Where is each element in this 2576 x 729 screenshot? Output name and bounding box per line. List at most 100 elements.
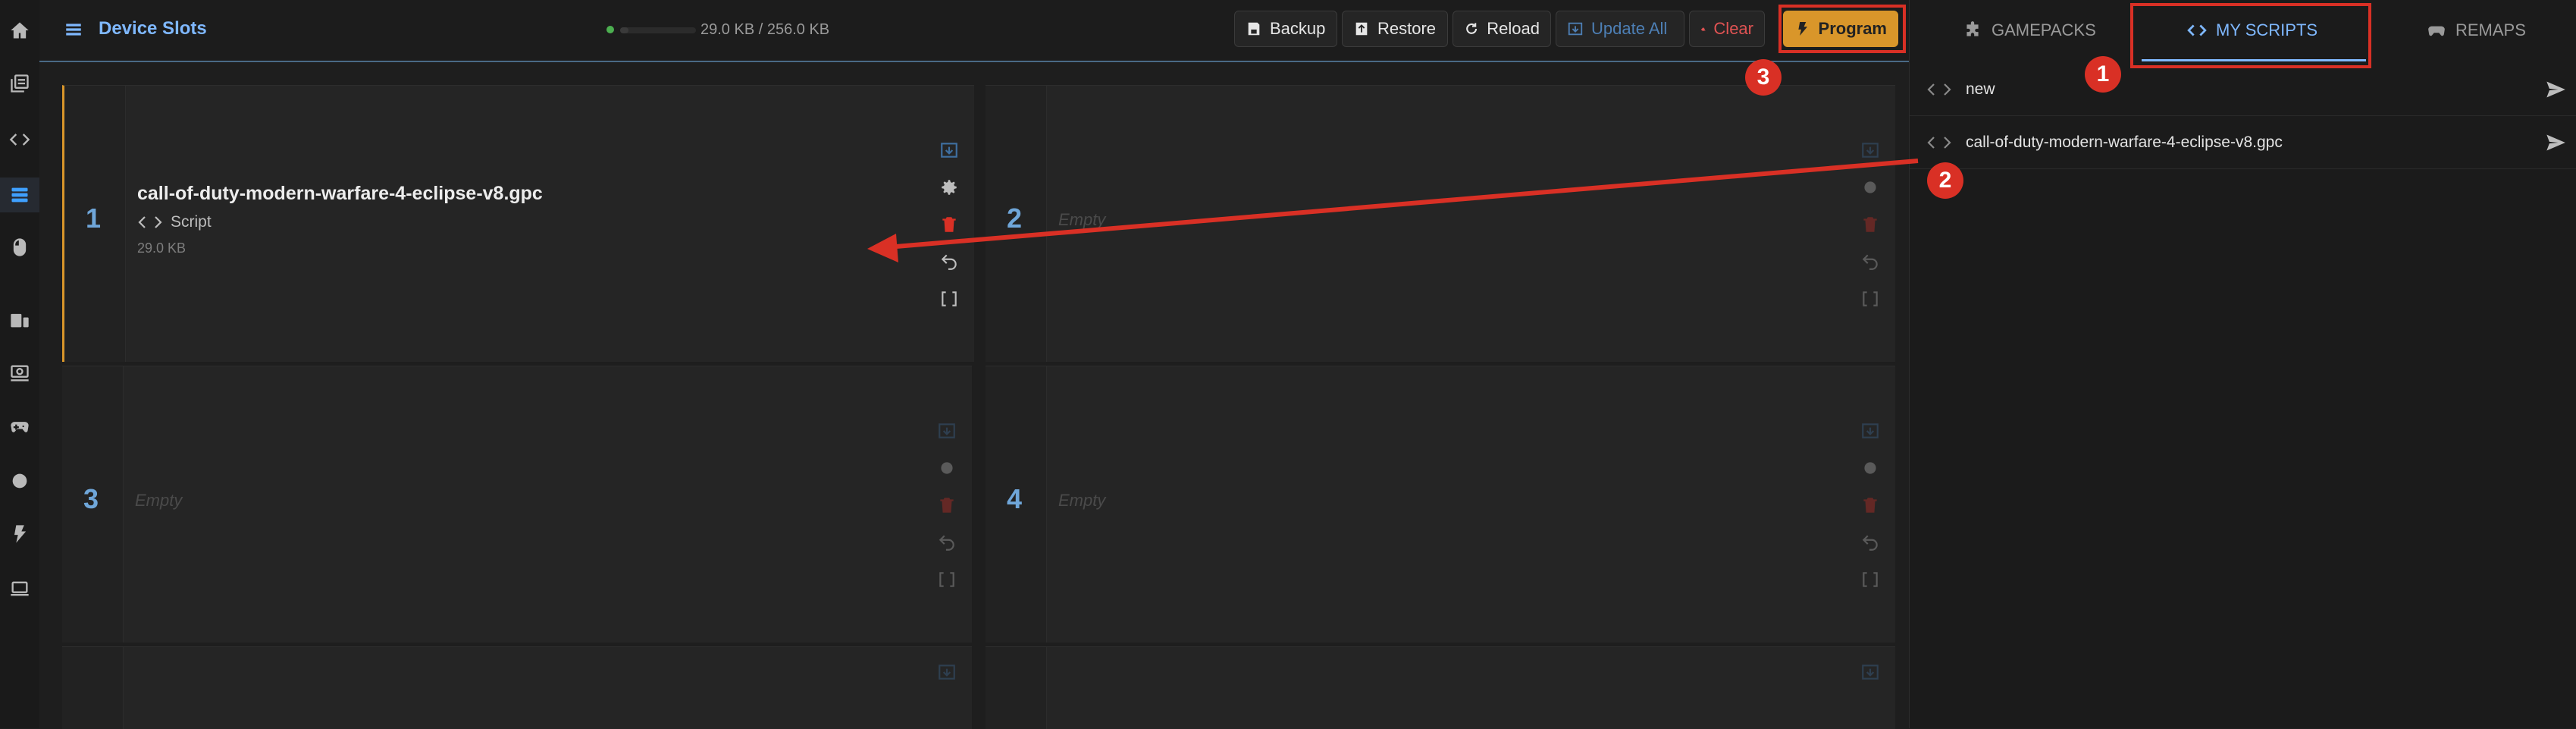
undo-icon[interactable] bbox=[937, 533, 957, 552]
page-title: Device Slots bbox=[99, 18, 207, 39]
code-icon bbox=[138, 216, 162, 228]
gamepad-icon bbox=[2428, 26, 2445, 36]
clear-button[interactable]: Clear bbox=[1689, 11, 1765, 47]
script-name: call-of-duty-modern-warfare-4-eclipse-v8… bbox=[1966, 134, 2283, 151]
backup-icon bbox=[1248, 22, 1260, 36]
right-panel: GAMEPACKS MY SCRIPTS REMAPS new call-of-… bbox=[1909, 0, 2576, 728]
slot-number: 2 bbox=[1007, 203, 1023, 234]
brackets-icon[interactable] bbox=[1860, 570, 1880, 589]
slot-type: Script bbox=[137, 213, 212, 231]
bolt-icon[interactable] bbox=[9, 523, 30, 545]
slot-number-column: 1 bbox=[64, 86, 126, 362]
list-icon bbox=[64, 20, 83, 39]
slot-actions bbox=[939, 140, 961, 326]
gear-icon[interactable] bbox=[1860, 458, 1880, 478]
gear-icon[interactable] bbox=[939, 178, 959, 197]
trash-icon[interactable] bbox=[937, 495, 957, 515]
download-icon[interactable] bbox=[937, 421, 957, 441]
send-icon[interactable] bbox=[2545, 132, 2566, 153]
restore-button[interactable]: Restore bbox=[1342, 11, 1448, 47]
slot-number-column bbox=[62, 647, 124, 729]
annotation-box-program bbox=[1778, 5, 1906, 53]
device-slots-grid: 1 call-of-duty-modern-warfare-4-eclipse-… bbox=[39, 62, 1909, 729]
slot-number-column bbox=[986, 647, 1047, 729]
memory-bar-fill bbox=[620, 27, 629, 33]
trash-icon[interactable] bbox=[1860, 495, 1880, 515]
library-icon[interactable] bbox=[9, 73, 30, 94]
undo-icon[interactable] bbox=[1860, 252, 1880, 272]
update-all-label: Update All bbox=[1591, 19, 1668, 38]
code-icon[interactable] bbox=[9, 129, 30, 150]
slot-2[interactable]: 2 Empty bbox=[986, 85, 1895, 362]
devices-icon[interactable] bbox=[9, 310, 30, 331]
reload-label: Reload bbox=[1487, 19, 1540, 38]
reload-button[interactable]: Reload bbox=[1453, 11, 1551, 47]
gear-icon[interactable] bbox=[937, 458, 957, 478]
download-icon[interactable] bbox=[937, 662, 957, 682]
annotation-box-my-scripts bbox=[2130, 3, 2371, 68]
undo-icon[interactable] bbox=[1860, 533, 1880, 552]
eraser-icon bbox=[1700, 27, 1706, 31]
slot-actions bbox=[1860, 662, 1882, 699]
code-icon bbox=[1927, 137, 1951, 149]
circle-icon[interactable] bbox=[9, 470, 30, 492]
slot-6[interactable] bbox=[986, 646, 1895, 729]
download-icon[interactable] bbox=[1860, 662, 1880, 682]
script-item[interactable]: new bbox=[1910, 64, 2576, 116]
brackets-icon[interactable] bbox=[937, 570, 957, 589]
slot-actions bbox=[1860, 421, 1882, 607]
download-icon[interactable] bbox=[1860, 421, 1880, 441]
slot-number-column: 3 bbox=[62, 366, 124, 643]
trash-icon[interactable] bbox=[939, 215, 959, 234]
brackets-icon[interactable] bbox=[1860, 289, 1880, 309]
laptop-icon[interactable] bbox=[9, 578, 30, 599]
gear-icon[interactable] bbox=[1860, 178, 1880, 197]
left-nav bbox=[0, 0, 40, 728]
code-icon bbox=[1927, 83, 1951, 96]
update-icon bbox=[1568, 22, 1583, 36]
slot-5[interactable] bbox=[62, 646, 972, 729]
download-icon[interactable] bbox=[1860, 140, 1880, 160]
restore-label: Restore bbox=[1377, 19, 1437, 38]
slot-3[interactable]: 3 Empty bbox=[62, 366, 972, 643]
undo-icon[interactable] bbox=[939, 252, 959, 272]
script-item[interactable]: call-of-duty-modern-warfare-4-eclipse-v8… bbox=[1910, 117, 2576, 169]
memory-status-dot bbox=[606, 26, 614, 33]
tab-remaps[interactable]: REMAPS bbox=[2427, 0, 2526, 61]
tab-gamepacks[interactable]: GAMEPACKS bbox=[1963, 0, 2096, 61]
slot-number-column: 4 bbox=[986, 366, 1047, 643]
slot-4[interactable]: 4 Empty bbox=[986, 366, 1895, 643]
slot-actions bbox=[937, 421, 958, 607]
slot-number: 1 bbox=[86, 203, 102, 234]
slot-empty-label: Empty bbox=[1058, 210, 1106, 229]
slot-number: 4 bbox=[1007, 483, 1023, 514]
gamepad-icon[interactable] bbox=[9, 416, 30, 437]
mouse-icon[interactable] bbox=[9, 237, 30, 258]
script-name: new bbox=[1966, 80, 1995, 98]
tab-label: REMAPS bbox=[2455, 20, 2526, 39]
header: Device Slots 29.0 KB / 256.0 KB Backup R… bbox=[39, 0, 1909, 62]
backup-button[interactable]: Backup bbox=[1234, 11, 1337, 47]
restore-icon bbox=[1355, 22, 1368, 36]
slot-number-column: 2 bbox=[986, 86, 1047, 362]
tab-label: GAMEPACKS bbox=[1992, 20, 2096, 39]
send-icon[interactable] bbox=[2545, 79, 2566, 100]
reload-icon bbox=[1466, 23, 1478, 34]
brackets-icon[interactable] bbox=[939, 289, 959, 309]
memory-bar bbox=[620, 27, 696, 33]
slot-actions bbox=[937, 662, 958, 699]
screen-icon[interactable] bbox=[9, 363, 30, 384]
backup-label: Backup bbox=[1270, 19, 1326, 38]
slot-1[interactable]: 1 call-of-duty-modern-warfare-4-eclipse-… bbox=[62, 85, 974, 362]
home-icon[interactable] bbox=[9, 20, 30, 41]
slot-empty-label: Empty bbox=[135, 491, 183, 510]
slot-number: 3 bbox=[83, 483, 99, 514]
annotation-badge-1: 1 bbox=[2085, 56, 2121, 93]
update-all-button[interactable]: Update All bbox=[1556, 11, 1684, 47]
slot-size: 29.0 KB bbox=[137, 240, 186, 256]
download-icon[interactable] bbox=[939, 140, 959, 160]
trash-icon[interactable] bbox=[1860, 215, 1880, 234]
annotation-badge-2: 2 bbox=[1927, 162, 1963, 199]
device-slots-icon[interactable] bbox=[9, 184, 30, 206]
memory-usage-text: 29.0 KB / 256.0 KB bbox=[700, 21, 830, 38]
